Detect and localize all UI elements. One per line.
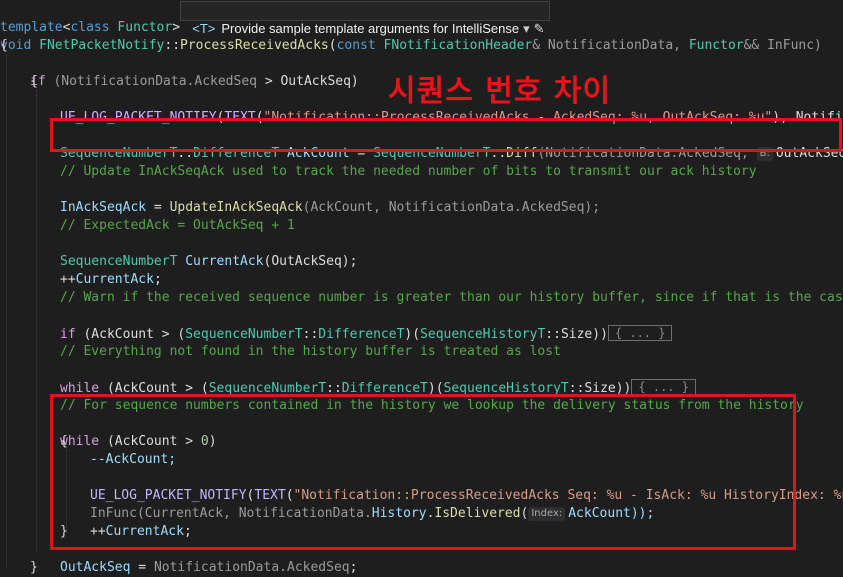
code-line-9: InAckSeqAck = UpdateInAckSeqAck(AckCount… [60,200,601,215]
collapsed-block-toggle[interactable]: { ... } [631,379,696,395]
code-line-14: if (AckCount > (SequenceNumberT::Differe… [60,307,673,342]
code-line-15: // Everything not found in the history b… [60,344,561,359]
code-line-10: // ExpectedAck = OutAckSeq + 1 [60,218,295,233]
code-line-1: template<class Functor> [0,20,181,35]
annotation-label: 시퀀스 번호 차이 [388,74,612,109]
highlight-box-diff [50,118,842,152]
code-line-3: { [0,38,8,53]
code-line-26: } [30,560,38,575]
highlight-box-history-loop [50,394,796,550]
indent-guide [6,54,7,568]
code-line-8: // Update InAckSeqAck used to track the … [60,164,757,179]
code-line-4: if (NotificationData.AckedSeq > OutAckSe… [30,74,359,89]
code-line-5: { [30,74,38,89]
code-line-2: void FNetPacketNotify::ProcessReceivedAc… [0,38,822,53]
code-line-16: while (AckCount > (SequenceNumberT::Diff… [60,361,696,396]
intellisense-template-bar[interactable]: <T> Provide sample template arguments for… [180,1,550,36]
code-line-12: ++CurrentAck; [60,272,162,287]
code-line-13: // Warn if the received sequence number … [60,290,843,305]
collapsed-block-toggle[interactable]: { ... } [607,325,673,341]
indent-guide [36,90,37,552]
code-line-11: SequenceNumberT CurrentAck(OutAckSeq); [60,254,358,269]
